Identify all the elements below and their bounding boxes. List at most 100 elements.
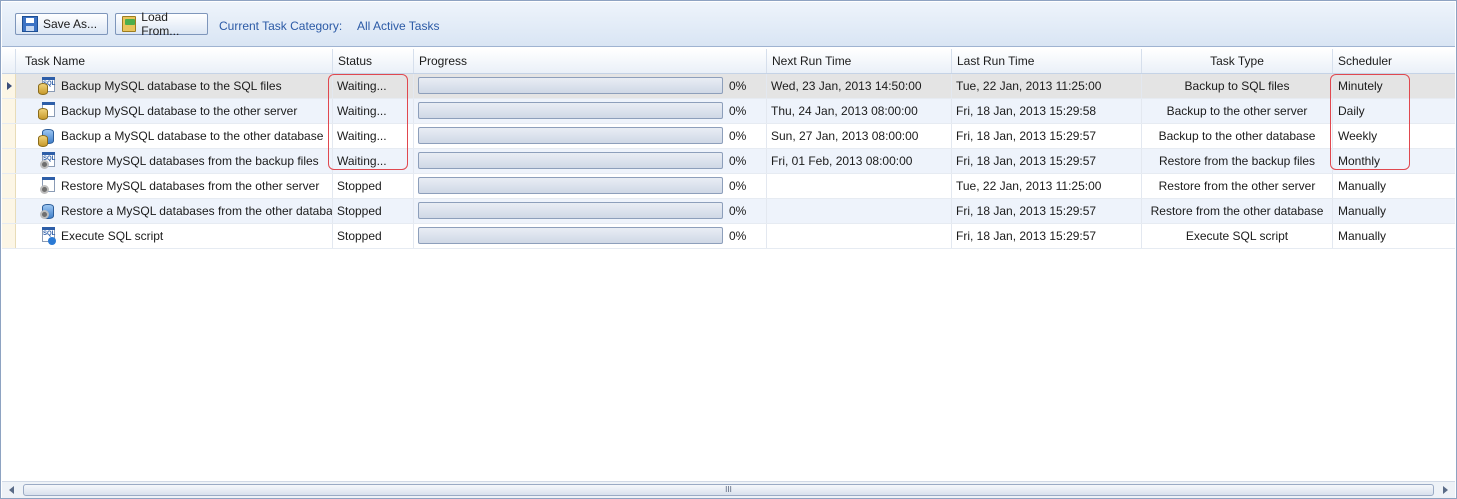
task-manager-window: Save As... Load From... Current Task Cat… [0, 0, 1457, 499]
table-row[interactable]: Backup a MySQL database to the other dat… [2, 124, 1455, 149]
task-name-cell: Restore MySQL databases from the other s… [16, 174, 333, 198]
progress-bar [418, 77, 723, 94]
task-type-cell: Backup to the other database [1142, 124, 1333, 148]
task-name: Backup a MySQL database to the other dat… [61, 129, 324, 143]
scroll-left-icon[interactable] [5, 483, 20, 497]
progress-bar [418, 177, 723, 194]
column-header-task-type[interactable]: Task Type [1142, 49, 1333, 73]
column-header-next-run-time[interactable]: Next Run Time [767, 49, 952, 73]
last-run-time-cell: Fri, 18 Jan, 2013 15:29:57 [952, 149, 1142, 173]
progress-cell: 0% [414, 174, 767, 198]
scrollbar-grip: III [725, 485, 732, 494]
table-row[interactable]: Restore MySQL databases from the other s… [2, 174, 1455, 199]
column-header-progress[interactable]: Progress [414, 49, 767, 73]
grid-header: Task Name Status Progress Next Run Time … [2, 49, 1455, 74]
save-as-button[interactable]: Save As... [15, 13, 108, 35]
table-row[interactable]: Restore a MySQL databases from the other… [2, 199, 1455, 224]
task-name-cell: SQL Execute SQL script [16, 224, 333, 248]
last-run-time-cell: Fri, 18 Jan, 2013 15:29:58 [952, 99, 1142, 123]
task-type-cell: Restore from the backup files [1142, 149, 1333, 173]
scrollbar-thumb[interactable]: III [23, 484, 1434, 496]
table-row[interactable]: SQL Execute SQL script Stopped 0% Fri, 1… [2, 224, 1455, 249]
progress-bar [418, 152, 723, 169]
row-indicator [2, 149, 16, 173]
status-cell: Waiting... [333, 99, 414, 123]
scheduler-cell: Minutely [1338, 79, 1383, 93]
column-header-last-run-time[interactable]: Last Run Time [952, 49, 1142, 73]
table-row[interactable]: SQL Backup MySQL database to the SQL fil… [2, 74, 1455, 99]
task-type-cell: Backup to SQL files [1142, 74, 1333, 98]
progress-cell: 0% [414, 74, 767, 98]
task-type-cell: Restore from the other database [1142, 199, 1333, 223]
row-indicator [2, 174, 16, 198]
progress-percent: 0% [729, 179, 747, 193]
open-folder-icon [122, 16, 137, 32]
current-row-arrow-icon [7, 82, 12, 90]
task-name: Execute SQL script [61, 229, 164, 243]
save-as-label: Save As... [43, 17, 98, 31]
column-header-scheduler[interactable]: Scheduler [1333, 49, 1455, 73]
next-run-time-cell: Thu, 24 Jan, 2013 08:00:00 [767, 99, 952, 123]
task-name: Restore a MySQL databases from the other… [61, 204, 333, 218]
last-run-time-cell: Fri, 18 Jan, 2013 15:29:57 [952, 124, 1142, 148]
restore-database-icon [38, 202, 56, 220]
progress-percent: 0% [729, 204, 747, 218]
backup-database-icon [38, 127, 56, 147]
scheduler-cell: Monthly [1338, 154, 1381, 168]
scroll-right-icon[interactable] [1437, 483, 1452, 497]
toolbar: Save As... Load From... Current Task Cat… [2, 2, 1455, 47]
floppy-disk-icon [22, 16, 38, 32]
scheduler-cell: Weekly [1338, 129, 1378, 143]
status-cell: Stopped [333, 199, 414, 223]
progress-cell: 0% [414, 99, 767, 123]
load-from-button[interactable]: Load From... [115, 10, 208, 38]
status-cell: Stopped [333, 224, 414, 248]
execute-sql-script-icon: SQL [38, 227, 56, 245]
progress-percent: 0% [729, 129, 747, 143]
task-name: Restore MySQL databases from the other s… [61, 179, 320, 193]
last-run-time-cell: Fri, 18 Jan, 2013 15:29:57 [952, 224, 1142, 248]
row-indicator [2, 99, 16, 123]
progress-bar [418, 202, 723, 219]
progress-percent: 0% [729, 229, 747, 243]
next-run-time-cell: Sun, 27 Jan, 2013 08:00:00 [767, 124, 952, 148]
column-header-task-name[interactable]: Task Name [16, 49, 333, 73]
task-type-cell: Restore from the other server [1142, 174, 1333, 198]
task-name: Backup MySQL database to the other serve… [61, 104, 298, 118]
status-cell: Stopped [333, 174, 414, 198]
restore-sql-files-icon: SQL [38, 152, 56, 170]
task-name-cell: SQL Restore MySQL databases from the bac… [16, 149, 333, 173]
load-from-label: Load From... [141, 10, 180, 38]
task-type-cell: Execute SQL script [1142, 224, 1333, 248]
task-name-cell: Backup a MySQL database to the other dat… [16, 124, 333, 148]
next-run-time-cell [767, 174, 952, 198]
progress-bar [418, 102, 723, 119]
task-name-cell: SQL Backup MySQL database to the SQL fil… [16, 74, 333, 98]
last-run-time-cell: Tue, 22 Jan, 2013 11:25:00 [952, 74, 1142, 98]
scheduler-cell: Manually [1338, 179, 1387, 193]
task-name-cell: Backup MySQL database to the other serve… [16, 99, 333, 123]
progress-percent: 0% [729, 154, 747, 168]
table-row[interactable]: SQL Restore MySQL databases from the bac… [2, 149, 1455, 174]
next-run-time-cell: Wed, 23 Jan, 2013 14:50:00 [767, 74, 952, 98]
row-indicator-header [2, 49, 16, 73]
last-run-time-cell: Fri, 18 Jan, 2013 15:29:57 [952, 199, 1142, 223]
row-indicator [2, 224, 16, 248]
progress-cell: 0% [414, 124, 767, 148]
status-cell: Waiting... [333, 74, 414, 98]
progress-bar [418, 127, 723, 144]
next-run-time-cell [767, 224, 952, 248]
progress-percent: 0% [729, 104, 747, 118]
horizontal-scrollbar[interactable]: III [2, 481, 1455, 498]
task-category-link[interactable]: All Active Tasks [357, 19, 439, 33]
status-cell: Waiting... [333, 149, 414, 173]
task-name: Restore MySQL databases from the backup … [61, 154, 319, 168]
column-header-status[interactable]: Status [333, 49, 414, 73]
task-type-cell: Backup to the other server [1142, 99, 1333, 123]
backup-sql-files-icon: SQL [38, 77, 56, 95]
last-run-time-cell: Tue, 22 Jan, 2013 11:25:00 [952, 174, 1142, 198]
scheduler-cell: Manually [1338, 204, 1387, 218]
restore-server-icon [38, 177, 56, 195]
progress-bar [418, 227, 723, 244]
table-row[interactable]: Backup MySQL database to the other serve… [2, 99, 1455, 124]
